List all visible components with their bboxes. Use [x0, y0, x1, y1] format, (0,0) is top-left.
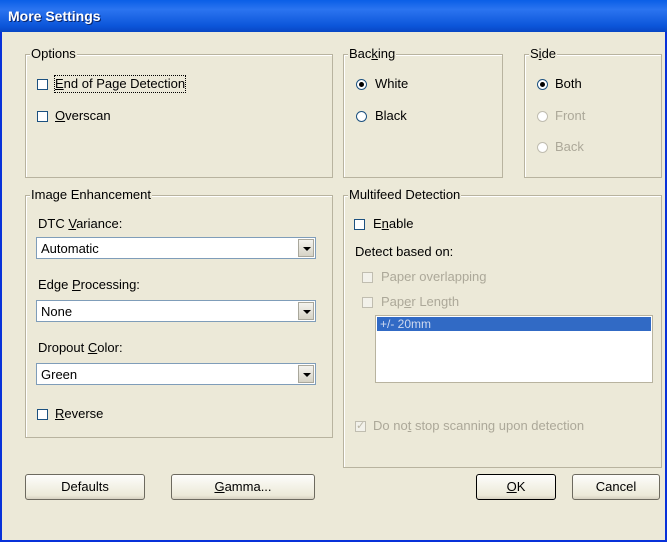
side-both-label[interactable]: Both [555, 76, 582, 92]
window-title: More Settings [8, 8, 101, 24]
paper-length-checkbox [362, 297, 373, 308]
overscan-label[interactable]: Overscan [55, 108, 111, 124]
dtc-variance-value: Automatic [41, 241, 99, 256]
edge-processing-value: None [41, 304, 73, 319]
dtc-variance-dropdown[interactable]: Automatic [36, 237, 316, 259]
more-settings-dialog: More Settings Options End of Page Detect… [0, 0, 667, 542]
multifeed-detection-legend: Multifeed Detection [348, 187, 462, 203]
detect-based-on-label: Detect based on: [355, 244, 454, 259]
backing-white-radio[interactable] [356, 79, 367, 90]
gamma-button[interactable]: Gamma... [171, 474, 315, 500]
paper-overlapping-checkbox [362, 272, 373, 283]
overscan-checkbox[interactable] [37, 111, 48, 122]
chevron-down-icon[interactable] [298, 365, 314, 383]
backing-white-label[interactable]: White [375, 76, 408, 92]
do-not-stop-scanning-checkbox [355, 419, 366, 432]
enable-multifeed-label[interactable]: Enable [373, 216, 413, 232]
ok-button[interactable]: OK [476, 474, 556, 500]
side-front-label: Front [555, 108, 586, 123]
cancel-button[interactable]: Cancel [572, 474, 660, 500]
backing-group: Backing [343, 46, 503, 178]
side-legend: Side [529, 46, 558, 62]
edge-processing-dropdown[interactable]: None [36, 300, 316, 322]
defaults-button[interactable]: Defaults [25, 474, 145, 500]
backing-black-label[interactable]: Black [375, 108, 407, 124]
enable-multifeed-checkbox[interactable] [354, 219, 365, 230]
list-item[interactable]: +/- 20mm [377, 317, 651, 331]
backing-black-radio[interactable] [356, 111, 367, 122]
chevron-down-icon[interactable] [298, 239, 314, 257]
image-enhancement-legend: Image Enhancement [30, 187, 152, 203]
paper-length-listbox[interactable]: +/- 20mm [375, 315, 653, 383]
chevron-down-icon[interactable] [298, 302, 314, 320]
end-of-page-detection-checkbox[interactable] [37, 79, 48, 90]
side-both-radio[interactable] [537, 79, 548, 90]
title-bar[interactable]: More Settings [0, 0, 667, 32]
dropout-color-label: Dropout Color: [38, 340, 123, 355]
dtc-variance-label: DTC Variance: [38, 216, 123, 231]
paper-length-label: Paper Length [381, 294, 460, 309]
do-not-stop-scanning-label: Do not stop scanning upon detection [373, 418, 585, 433]
dropout-color-value: Green [41, 367, 78, 382]
side-back-label: Back [555, 139, 584, 154]
dropout-color-dropdown[interactable]: Green [36, 363, 316, 385]
reverse-checkbox[interactable] [37, 409, 48, 420]
edge-processing-label: Edge Processing: [38, 277, 140, 292]
paper-overlapping-label: Paper overlapping [381, 269, 487, 284]
side-back-radio [537, 142, 548, 153]
side-front-radio [537, 111, 548, 122]
reverse-label[interactable]: Reverse [55, 406, 103, 422]
options-legend: Options [30, 46, 77, 62]
backing-legend: Backing [348, 46, 397, 62]
end-of-page-detection-label[interactable]: End of Page Detection [53, 75, 187, 93]
